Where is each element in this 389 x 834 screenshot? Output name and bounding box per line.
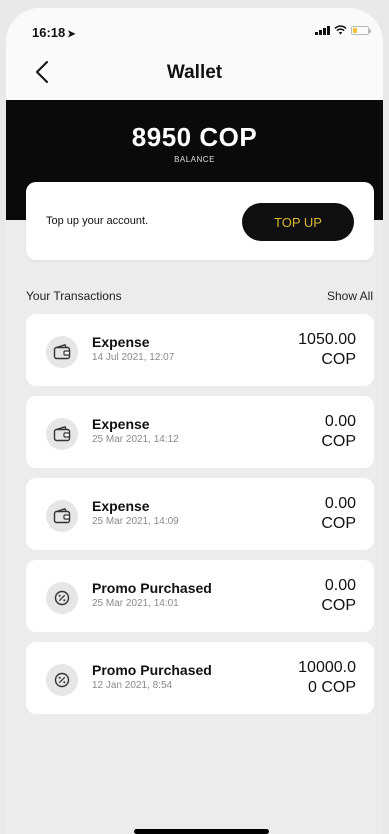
transaction-date: 14 Jul 2021, 12:07: [92, 352, 175, 363]
status-time-text: 16:18: [32, 25, 66, 40]
show-all-link[interactable]: Show All: [327, 289, 373, 303]
status-time: 16:18 ➤: [32, 25, 76, 40]
transaction-name: Expense: [92, 416, 150, 432]
transaction-name: Expense: [92, 498, 150, 514]
topup-prompt: Top up your account.: [46, 215, 149, 227]
battery-icon: [351, 25, 371, 35]
transaction-amount: 0.00 COP: [266, 576, 356, 616]
transaction-name: Expense: [92, 334, 150, 350]
transaction-date: 25 Mar 2021, 14:01: [92, 598, 179, 609]
status-icons: [315, 25, 371, 35]
page-title: Wallet: [166, 62, 223, 83]
transactions-header: Your Transactions Show All: [26, 289, 373, 303]
topup-button[interactable]: TOP UP: [242, 203, 354, 241]
cellular-signal-icon: [315, 25, 330, 35]
transaction-amount-value: 10000.0: [298, 659, 356, 676]
transaction-amount-value: 0.00: [324, 413, 356, 430]
transaction-amount-currency: COP: [321, 433, 356, 450]
transaction-row[interactable]: Expense 25 Mar 2021, 14:12 0.00 COP: [26, 396, 374, 468]
transaction-amount-currency: 0 COP: [307, 679, 356, 696]
promo-icon: [46, 582, 78, 614]
transaction-row[interactable]: Promo Purchased 25 Mar 2021, 14:01 0.00 …: [26, 560, 374, 632]
transaction-date: 25 Mar 2021, 14:12: [92, 434, 179, 445]
wallet-icon: [46, 500, 78, 532]
transaction-date: 25 Mar 2021, 14:09: [92, 516, 179, 527]
transaction-name: Promo Purchased: [92, 580, 212, 596]
wallet-icon: [46, 418, 78, 450]
transaction-amount: 1050.00 COP: [266, 330, 356, 370]
header: 16:18 ➤ Wallet: [6, 8, 383, 100]
home-indicator: [134, 829, 269, 834]
transaction-amount-value: 1050.00: [298, 331, 356, 348]
transaction-amount-currency: COP: [321, 515, 356, 532]
transactions-title: Your Transactions: [26, 289, 122, 303]
phone-screen: 16:18 ➤ Wallet 8950 COP BALANCE Top up y…: [6, 8, 383, 834]
transaction-amount-currency: COP: [321, 597, 356, 614]
transaction-amount: 0.00 COP: [266, 412, 356, 452]
balance-amount: 8950 COP: [131, 122, 258, 152]
transaction-row[interactable]: Promo Purchased 12 Jan 2021, 8:54 10000.…: [26, 642, 374, 714]
transaction-name: Promo Purchased: [92, 662, 212, 678]
transaction-row[interactable]: Expense 25 Mar 2021, 14:09 0.00 COP: [26, 478, 374, 550]
transaction-amount-value: 0.00: [324, 495, 356, 512]
wifi-icon: [334, 25, 347, 35]
status-bar: 16:18 ➤: [6, 8, 383, 52]
balance-label: BALANCE: [174, 155, 215, 164]
transaction-amount: 10000.0 0 COP: [266, 658, 356, 698]
transaction-amount: 0.00 COP: [266, 494, 356, 534]
transaction-amount-value: 0.00: [324, 577, 356, 594]
transaction-date: 12 Jan 2021, 8:54: [92, 680, 173, 691]
wallet-icon: [46, 336, 78, 368]
transactions-list: Expense 14 Jul 2021, 12:07 1050.00 COP E…: [26, 314, 374, 724]
topup-card: Top up your account. TOP UP: [26, 182, 374, 260]
promo-icon: [46, 664, 78, 696]
location-arrow-icon: ➤: [67, 29, 76, 40]
transaction-amount-currency: COP: [321, 351, 356, 368]
transaction-row[interactable]: Expense 14 Jul 2021, 12:07 1050.00 COP: [26, 314, 374, 386]
